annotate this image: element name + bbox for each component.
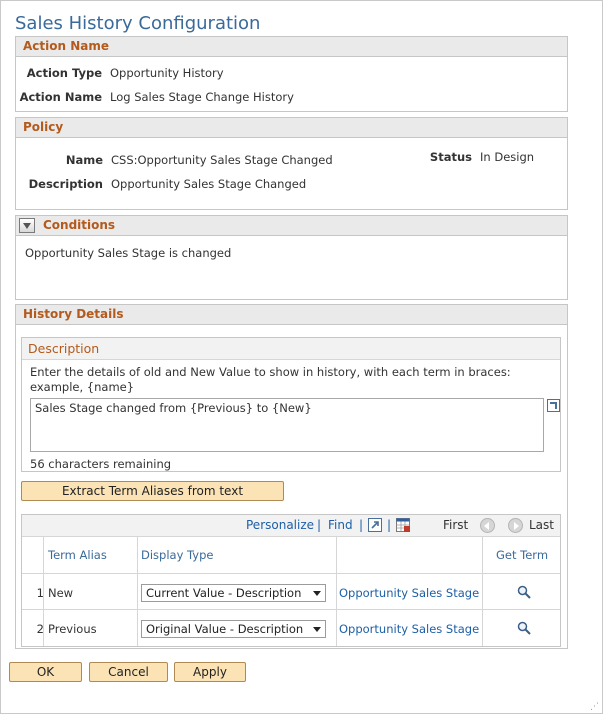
conditions-heading: Conditions [43, 218, 116, 232]
display-type-cell: Current Value - Description [138, 574, 337, 610]
action-name-group: Action Name Action Type Opportunity Hist… [15, 36, 568, 112]
lookup-icon[interactable] [517, 585, 531, 599]
grid-navigation-bar: Personalize | Find | | First Last [22, 515, 560, 537]
table-row: 2 Previous Original Value - Description … [22, 610, 560, 646]
find-link[interactable]: Find [328, 518, 353, 532]
term-alias-value: Previous [48, 622, 97, 636]
next-arrow-icon[interactable] [508, 518, 523, 533]
action-name-label: Action Name [19, 90, 102, 104]
term-alias-grid: Personalize | Find | | First Last Term A… [21, 514, 561, 647]
description-box: Description Enter the details of old and… [21, 337, 561, 472]
description-instruction-line1: Enter the details of old and New Value t… [30, 365, 511, 379]
term-alias-cell: New [44, 574, 138, 610]
term-alias-cell: Previous [44, 610, 138, 646]
policy-name-label: Name [65, 153, 103, 167]
display-type-select[interactable]: Current Value - Description [141, 584, 326, 602]
collapse-icon[interactable] [19, 218, 35, 233]
policy-group: Policy Name CSS:Opportunity Sales Stage … [15, 117, 568, 210]
ok-button[interactable]: OK [9, 662, 82, 682]
display-type-select[interactable]: Original Value - Description [141, 620, 326, 638]
row-number-cell: 2 [22, 610, 44, 646]
zoom-icon[interactable] [368, 518, 382, 532]
page-title: Sales History Configuration [15, 13, 261, 34]
characters-remaining: 56 characters remaining [30, 457, 172, 471]
table-row: 1 New Current Value - Description Opport… [22, 574, 560, 610]
policy-name-value: CSS:Opportunity Sales Stage Changed [111, 153, 333, 167]
row-number-cell: 1 [22, 574, 44, 610]
action-name-value: Log Sales Stage Change History [110, 90, 294, 104]
column-header-term-alias: Term Alias [44, 537, 138, 574]
chevron-down-icon [313, 591, 321, 596]
extract-term-aliases-button[interactable]: Extract Term Aliases from text [21, 481, 284, 501]
display-type-cell: Original Value - Description [138, 610, 337, 646]
nav-separator: | [387, 518, 392, 532]
chevron-down-icon [313, 627, 321, 632]
column-header-row-number [22, 537, 44, 574]
last-label: Last [529, 518, 554, 532]
first-label: First [443, 518, 469, 532]
term-alias-header: Term Alias [48, 548, 107, 562]
policy-description-label: Description [28, 177, 103, 191]
column-header-term [337, 537, 483, 574]
action-name-heading: Action Name [16, 37, 567, 57]
apply-button[interactable]: Apply [174, 662, 246, 682]
nav-separator: | [359, 518, 364, 532]
lookup-icon[interactable] [517, 621, 531, 635]
download-icon[interactable] [396, 518, 410, 532]
action-type-value: Opportunity History [110, 66, 224, 80]
history-details-group: History Details Description Enter the de… [15, 304, 568, 649]
get-term-cell [483, 610, 560, 646]
term-cell: Opportunity Sales Stage [337, 610, 483, 646]
policy-status-value: In Design [480, 150, 535, 164]
description-instruction-line2: example, {name} [30, 380, 135, 394]
personalize-link[interactable]: Personalize [246, 518, 314, 532]
column-header-display-type: Display Type [138, 537, 337, 574]
get-term-cell [483, 574, 560, 610]
term-alias-value: New [48, 586, 74, 600]
term-link[interactable]: Opportunity Sales Stage [339, 586, 479, 600]
description-textarea[interactable] [30, 398, 544, 452]
display-type-header: Display Type [141, 548, 214, 562]
history-details-heading: History Details [16, 305, 567, 325]
cancel-button[interactable]: Cancel [89, 662, 168, 682]
column-header-get-term: Get Term [483, 537, 560, 574]
nav-separator: | [317, 518, 322, 532]
resize-grip-icon[interactable]: ⋰ [590, 702, 600, 712]
description-heading: Description [22, 338, 560, 360]
first-arrow-icon[interactable] [480, 518, 495, 533]
policy-heading: Policy [16, 118, 567, 138]
get-term-header: Get Term [496, 548, 549, 562]
term-link[interactable]: Opportunity Sales Stage [339, 622, 479, 636]
display-type-value: Current Value - Description [146, 586, 302, 600]
policy-status-label: Status [429, 150, 472, 164]
row-number: 1 [36, 586, 44, 600]
action-type-label: Action Type [26, 66, 102, 80]
conditions-text: Opportunity Sales Stage is changed [25, 246, 232, 260]
row-number: 2 [36, 622, 44, 636]
policy-description-value: Opportunity Sales Stage Changed [111, 177, 307, 191]
conditions-group: Conditions Opportunity Sales Stage is ch… [15, 215, 568, 300]
display-type-value: Original Value - Description [146, 622, 304, 636]
conditions-header: Conditions [16, 216, 567, 236]
term-cell: Opportunity Sales Stage [337, 574, 483, 610]
expand-textarea-icon[interactable] [547, 399, 560, 412]
